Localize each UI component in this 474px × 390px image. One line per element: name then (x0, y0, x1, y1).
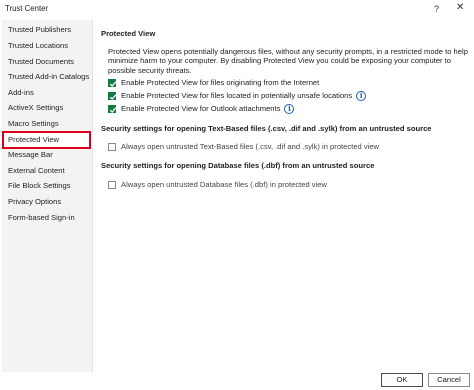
checkbox-outlook-attachments[interactable] (108, 104, 117, 113)
help-button[interactable]: ? (434, 3, 439, 15)
sidebar-item-protected-view[interactable]: Protected View (2, 132, 93, 148)
sidebar-item-trusted-add-in-catalogs[interactable]: Trusted Add-in Catalogs (2, 69, 93, 85)
text-based-heading: Security settings for opening Text-Based… (101, 124, 432, 133)
sidebar: Trusted Publishers Trusted Locations Tru… (2, 20, 93, 372)
close-button[interactable]: ✕ (456, 2, 464, 14)
option-text-based-files[interactable]: Always open untrusted Text-Based files (… (108, 141, 379, 152)
checkmark-icon (109, 93, 117, 100)
option-label: Enable Protected View for files originat… (121, 78, 320, 87)
option-label: Enable Protected View for files located … (121, 91, 353, 100)
sidebar-item-privacy-options[interactable]: Privacy Options (2, 194, 93, 210)
checkbox-internet-files[interactable] (108, 78, 117, 87)
option-internet-files[interactable]: Enable Protected View for files originat… (108, 77, 319, 88)
sidebar-item-add-ins[interactable]: Add-ins (2, 85, 93, 101)
option-outlook-attachments[interactable]: Enable Protected View for Outlook attach… (108, 103, 295, 114)
option-unsafe-locations[interactable]: Enable Protected View for files located … (108, 90, 367, 101)
sidebar-item-message-bar[interactable]: Message Bar (2, 147, 93, 163)
sidebar-item-trusted-locations[interactable]: Trusted Locations (2, 38, 93, 54)
checkbox-unsafe-locations[interactable] (108, 91, 117, 100)
info-icon[interactable]: i (284, 103, 295, 114)
sidebar-item-trusted-publishers[interactable]: Trusted Publishers (2, 22, 93, 38)
sidebar-item-file-block-settings[interactable]: File Block Settings (2, 178, 93, 194)
sidebar-item-activex-settings[interactable]: ActiveX Settings (2, 100, 93, 116)
sidebar-item-form-based-sign-in[interactable]: Form-based Sign-in (2, 210, 93, 226)
ok-button[interactable]: OK (381, 373, 423, 387)
checkbox-text-based-files[interactable] (108, 142, 116, 151)
window-title: Trust Center (5, 4, 49, 13)
option-label: Always open untrusted Text-Based files (… (121, 142, 380, 151)
checkbox-database-files[interactable] (108, 180, 116, 189)
database-heading: Security settings for opening Database f… (101, 161, 375, 170)
option-label: Enable Protected View for Outlook attach… (121, 104, 281, 113)
protected-view-description: Protected View opens potentially dangero… (108, 47, 468, 75)
checkmark-icon (109, 80, 117, 87)
option-label: Always open untrusted Database files (.d… (121, 180, 327, 189)
cancel-button[interactable]: Cancel (428, 373, 470, 387)
title-bar: Trust Center ? ✕ (0, 0, 474, 18)
protected-view-heading: Protected View (101, 29, 156, 38)
sidebar-item-macro-settings[interactable]: Macro Settings (2, 116, 93, 132)
option-database-files[interactable]: Always open untrusted Database files (.d… (108, 179, 327, 190)
sidebar-item-external-content[interactable]: External Content (2, 163, 93, 179)
checkmark-icon (109, 106, 117, 113)
info-icon[interactable]: i (356, 90, 367, 101)
sidebar-item-trusted-documents[interactable]: Trusted Documents (2, 54, 93, 70)
main-panel: Protected View Protected View opens pote… (94, 20, 472, 372)
